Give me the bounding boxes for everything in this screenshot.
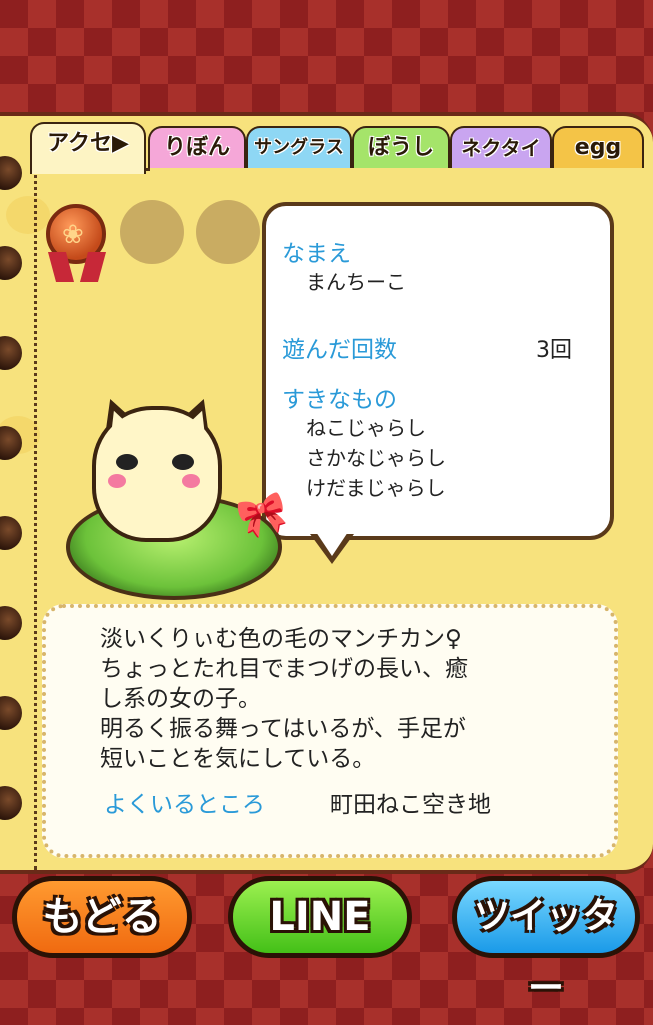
- line-share-button[interactable]: LINE: [228, 876, 412, 958]
- plays-label: 遊んだ回数: [282, 337, 397, 363]
- tab-sunglasses[interactable]: サングラス: [246, 126, 352, 168]
- paw-icon: ❀: [62, 220, 84, 250]
- name-label: なまえ: [282, 241, 351, 267]
- location-value: 町田ねこ空き地: [330, 792, 491, 818]
- plays-value: 3回: [536, 338, 572, 363]
- name-value: まんちーこ: [306, 270, 406, 294]
- speech-bubble-tail: [316, 532, 348, 556]
- notebook-margin-line: [34, 156, 37, 870]
- binder-ring: [0, 786, 22, 820]
- description-text: 淡いくりぃむ色の毛のマンチカン♀ ちょっとたれ目でまつげの長い、癒 し系の女の子…: [100, 626, 468, 772]
- tab-label: egg: [574, 135, 622, 160]
- likes-item: けだまじゃらし: [306, 476, 446, 500]
- tab-label: アクセ: [47, 131, 112, 156]
- back-button[interactable]: もどる: [12, 876, 192, 958]
- binder-ring: [0, 696, 22, 730]
- tab-label: ネクタイ: [461, 136, 541, 160]
- tab-ribbon[interactable]: りぼん: [148, 126, 246, 168]
- tab-arrow-icon: ▶: [111, 131, 129, 156]
- binder-ring: [0, 336, 22, 370]
- tab-egg[interactable]: egg: [552, 126, 644, 168]
- cat-cheek: [182, 474, 200, 488]
- empty-medal-slot[interactable]: [120, 200, 184, 264]
- twitter-share-button[interactable]: ツイッター: [452, 876, 640, 1009]
- cat-cheek: [108, 474, 126, 488]
- tab-hat[interactable]: ぼうし: [352, 126, 450, 168]
- binder-ring: [0, 156, 22, 190]
- empty-medal-slot[interactable]: [196, 200, 260, 264]
- tab-label: りぼん: [163, 135, 230, 160]
- binder-ring: [0, 606, 22, 640]
- likes-label: すきなもの: [282, 387, 397, 413]
- cat-eye: [116, 454, 138, 470]
- tab-label: サングラス: [254, 137, 344, 158]
- location-label: よくいるところ: [104, 792, 265, 818]
- likes-item: さかなじゃらし: [306, 446, 446, 470]
- tab-label: ぼうし: [367, 135, 434, 160]
- likes-item: ねこじゃらし: [306, 416, 426, 440]
- tab-accessory[interactable]: アクセ▶: [30, 122, 146, 174]
- paw-print-decoration: [6, 196, 50, 234]
- binder-ring: [0, 516, 22, 550]
- category-tabs: アクセ▶ りぼん サングラス ぼうし ネクタイ egg: [30, 122, 653, 174]
- cat-eye: [172, 454, 194, 470]
- tab-necktie[interactable]: ネクタイ: [450, 126, 552, 168]
- binder-ring: [0, 246, 22, 280]
